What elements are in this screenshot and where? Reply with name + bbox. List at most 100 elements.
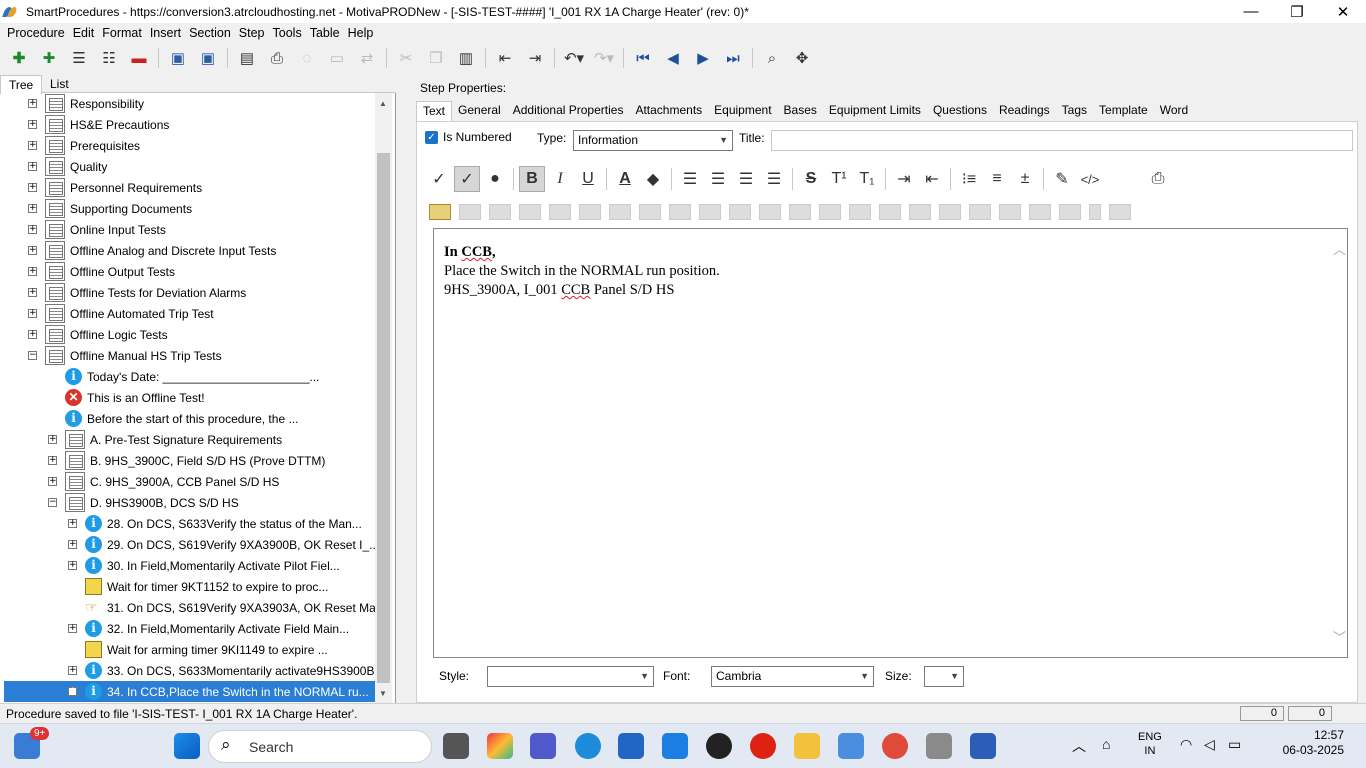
highlight-icon[interactable]: ◆	[640, 166, 666, 192]
spellcheck-icon[interactable]: ✓	[426, 166, 452, 192]
expand-icon[interactable]: +	[28, 267, 37, 276]
chevron-up-icon[interactable]: ︿	[1333, 239, 1346, 258]
form-icon[interactable]: ▭	[325, 46, 349, 70]
table-tool-icon[interactable]	[729, 204, 751, 220]
wifi-icon[interactable]: ◠	[1180, 736, 1192, 753]
menu-procedure[interactable]: Procedure	[3, 26, 69, 40]
expand-icon[interactable]: +	[48, 456, 57, 465]
align-left-icon[interactable]: ☰	[677, 166, 703, 192]
tree-item[interactable]: + i 28. On DCS, S633Verify the status of t…	[44, 513, 362, 534]
tree-item[interactable]: + i 29. On DCS, S619Verify 9XA3900B, OK Re…	[44, 534, 375, 555]
minimize-button[interactable]: —	[1228, 0, 1274, 23]
editor-scrollbar[interactable]: ︿ ﹀	[1330, 229, 1347, 657]
tree-item[interactable]: + i 34. In CCB,Place the Switch in the NOR…	[4, 681, 375, 702]
tab-readings[interactable]: Readings	[993, 101, 1056, 121]
tree-item[interactable]: + Offline Tests for Deviation Alarms	[4, 282, 246, 303]
table-tool-icon[interactable]	[609, 204, 631, 220]
subscript-icon[interactable]: T₁	[854, 166, 880, 192]
table-tool-icon[interactable]	[1029, 204, 1051, 220]
add-child-icon[interactable]: ✚	[37, 46, 61, 70]
chrome-icon[interactable]	[882, 733, 908, 759]
style-select[interactable]: ▼	[487, 666, 654, 687]
table-tool-icon[interactable]	[819, 204, 841, 220]
font-color-icon[interactable]: A	[612, 166, 638, 192]
store-icon[interactable]	[618, 733, 644, 759]
indent-icon[interactable]: ⇥	[523, 46, 547, 70]
expand-icon[interactable]: +	[68, 624, 77, 633]
type-select[interactable]: Information ▼	[573, 130, 733, 151]
table-tool-icon[interactable]	[639, 204, 661, 220]
last-step-icon[interactable]: ⏭	[721, 46, 745, 70]
expand-icon[interactable]: +	[28, 120, 37, 129]
save-as-icon[interactable]: ▣	[196, 46, 220, 70]
tree-item[interactable]: + i 32. In Field,Momentarily Activate Fiel…	[44, 618, 349, 639]
battery-icon[interactable]: ▭	[1228, 736, 1241, 753]
tree-scrollbar-thumb[interactable]	[377, 153, 390, 683]
menu-tools[interactable]: Tools	[269, 26, 306, 40]
tab-bases[interactable]: Bases	[778, 101, 823, 121]
tab-word[interactable]: Word	[1154, 101, 1194, 121]
tree-item[interactable]: + A. Pre-Test Signature Requirements	[24, 429, 282, 450]
italic-icon[interactable]: I	[547, 166, 573, 192]
table-tool-icon[interactable]	[879, 204, 901, 220]
expand-icon[interactable]: +	[28, 141, 37, 150]
volume-icon[interactable]: ◁	[1204, 736, 1215, 753]
numbered-list-icon[interactable]: ≡	[984, 166, 1010, 192]
table-tool-icon[interactable]	[699, 204, 721, 220]
tree-scrollbar[interactable]: ▲ ▼	[375, 93, 392, 703]
tab-tree[interactable]: Tree	[0, 75, 43, 94]
tree-item[interactable]: + Offline Logic Tests	[4, 324, 168, 345]
tree-item[interactable]: − D. 9HS3900B, DCS S/D HS	[24, 492, 239, 513]
expand-icon[interactable]: +	[68, 561, 77, 570]
previous-step-icon[interactable]: ◀	[661, 46, 685, 70]
tree-item[interactable]: + B. 9HS_3900C, Field S/D HS (Prove DTTM)	[24, 450, 325, 471]
is-numbered-checkbox[interactable]: ✓	[425, 131, 438, 144]
copy-icon[interactable]: ❐	[424, 46, 448, 70]
table-tool-icon[interactable]	[459, 204, 481, 220]
magic-wand-icon[interactable]: ✎	[1049, 166, 1075, 192]
expand-icon[interactable]: +	[28, 309, 37, 318]
tab-equipment[interactable]: Equipment	[708, 101, 777, 121]
teams-icon[interactable]	[530, 733, 556, 759]
collapse-icon[interactable]: −	[28, 351, 37, 360]
maximize-button[interactable]: ❐	[1274, 0, 1320, 23]
table-tool-icon[interactable]	[969, 204, 991, 220]
tab-text[interactable]: Text	[416, 101, 453, 121]
menu-step[interactable]: Step	[235, 26, 269, 40]
tree-item[interactable]: + Quality	[4, 156, 107, 177]
menu-section[interactable]: Section	[185, 26, 235, 40]
tab-attachments[interactable]: Attachments	[629, 101, 708, 121]
tab-additional-properties[interactable]: Additional Properties	[507, 101, 630, 121]
language-indicator[interactable]: ENG IN	[1138, 730, 1162, 758]
table-tool-icon[interactable]	[789, 204, 811, 220]
chevron-up-icon[interactable]: ︿	[1072, 736, 1086, 756]
plus-minus-icon[interactable]: ±	[1012, 166, 1038, 192]
expand-icon[interactable]: +	[28, 162, 37, 171]
indent-left-icon[interactable]: ⇤	[919, 166, 945, 192]
link-icon[interactable]: ⇄	[355, 46, 379, 70]
bold-icon[interactable]: B	[519, 166, 545, 192]
taskbar-search[interactable]: ⌕ Search	[208, 730, 432, 763]
widgets-icon[interactable]: 9+	[14, 727, 50, 759]
tab-template[interactable]: Template	[1093, 101, 1154, 121]
expand-icon[interactable]: +	[28, 183, 37, 192]
justify-icon[interactable]: ☰	[761, 166, 787, 192]
expand-icon[interactable]: +	[68, 540, 77, 549]
publish-icon[interactable]: ▤	[235, 46, 259, 70]
table-tool-icon[interactable]	[759, 204, 781, 220]
tab-general[interactable]: General	[452, 101, 507, 121]
expand-icon[interactable]: +	[68, 519, 77, 528]
clock[interactable]: 12:57 06-03-2025	[1283, 728, 1344, 758]
redo-icon[interactable]: ↷▾	[592, 46, 616, 70]
tree-item[interactable]: + i 33. On DCS, S633Momentarily activate9H…	[44, 660, 375, 681]
menu-table[interactable]: Table	[306, 26, 344, 40]
expand-icon[interactable]: +	[48, 435, 57, 444]
edge-icon[interactable]	[575, 733, 601, 759]
tree-item[interactable]: + Supporting Documents	[4, 198, 192, 219]
underline-icon[interactable]: U	[575, 166, 601, 192]
expand-icon[interactable]: +	[48, 477, 57, 486]
menu-format[interactable]: Format	[98, 26, 146, 40]
power-automate-icon[interactable]	[662, 733, 688, 759]
insert-table-icon[interactable]	[429, 204, 451, 220]
print-preview-icon[interactable]: ⎙	[1145, 166, 1171, 192]
